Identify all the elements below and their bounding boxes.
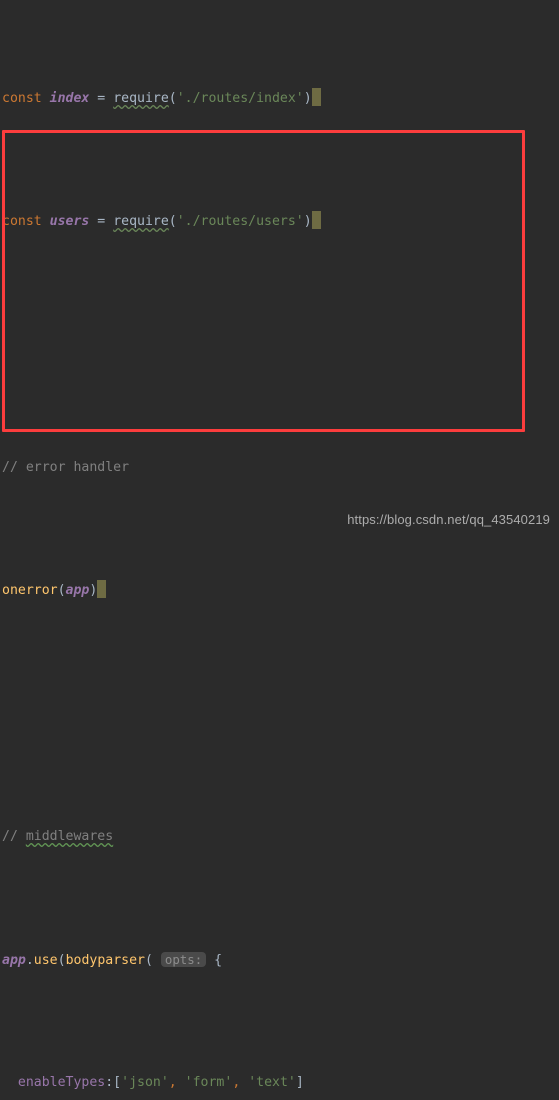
- token-string-json: 'json': [121, 1075, 169, 1091]
- token-brace-open: {: [206, 953, 223, 969]
- code-editor[interactable]: const index = require('./routes/index') …: [0, 0, 559, 1090]
- token-paren-open: (: [168, 91, 177, 107]
- token-identifier-app: app: [65, 583, 90, 599]
- comment-middlewares: middlewares: [25, 829, 114, 845]
- code-line-3-blank: [0, 333, 559, 358]
- code-line-4: // error handler: [0, 456, 559, 481]
- token-identifier-index: index: [49, 91, 90, 107]
- token-string-routes-index: './routes/index': [176, 91, 304, 107]
- csdn-watermark: https://blog.csdn.net/qq_43540219: [347, 512, 550, 528]
- token-paren-close: ): [303, 91, 312, 107]
- code-line-2: const users = require('./routes/users'): [0, 210, 559, 235]
- code-line-9: enableTypes:['json', 'form', 'text']: [0, 1071, 559, 1096]
- token-assign: =: [89, 91, 114, 107]
- token-property-enableTypes: enableTypes: [17, 1075, 106, 1091]
- token-function-bodyparser: bodyparser: [65, 953, 145, 969]
- code-line-8: app.use(bodyparser( opts: {: [0, 948, 559, 973]
- comment-error-handler: // error handler: [2, 460, 130, 476]
- token-method-use: use: [33, 953, 58, 969]
- token-keyword-const: const: [2, 214, 42, 230]
- token-identifier-app: app: [2, 953, 26, 969]
- code-line-5: onerror(app): [0, 579, 559, 604]
- token-keyword-const: const: [2, 91, 42, 107]
- token-paren-open: (: [57, 953, 66, 969]
- token-string-text: 'text': [248, 1075, 296, 1091]
- token-require-call: require: [113, 214, 169, 230]
- code-content[interactable]: const index = require('./routes/index') …: [0, 0, 559, 1100]
- token-dot: .: [25, 953, 34, 969]
- token-paren-open: (: [168, 214, 177, 230]
- token-assign: =: [89, 214, 114, 230]
- token-paren-open: (: [57, 583, 66, 599]
- missing-semicolon-marker: [311, 211, 321, 230]
- token-paren-close: ): [303, 214, 312, 230]
- token-string-routes-users: './routes/users': [176, 214, 304, 230]
- code-line-1: const index = require('./routes/index'): [0, 87, 559, 112]
- comment-slashes: //: [2, 829, 26, 845]
- code-line-6-blank: [0, 702, 559, 727]
- missing-semicolon-marker: [97, 580, 107, 599]
- token-identifier-users: users: [49, 214, 90, 230]
- missing-semicolon-marker: [311, 88, 321, 107]
- token-comma: ,: [232, 1075, 241, 1091]
- code-line-7: // middlewares: [0, 825, 559, 850]
- token-paren-open: (: [144, 953, 153, 969]
- token-bracket-close: ]: [295, 1075, 304, 1091]
- token-function-onerror: onerror: [2, 583, 58, 599]
- token-paren-close: ): [89, 583, 98, 599]
- token-string-form: 'form': [184, 1075, 233, 1091]
- token-require-call: require: [113, 91, 169, 107]
- token-colon-bracket: :[: [105, 1075, 122, 1091]
- token-comma: ,: [168, 1075, 177, 1091]
- param-hint-opts: opts:: [160, 952, 207, 968]
